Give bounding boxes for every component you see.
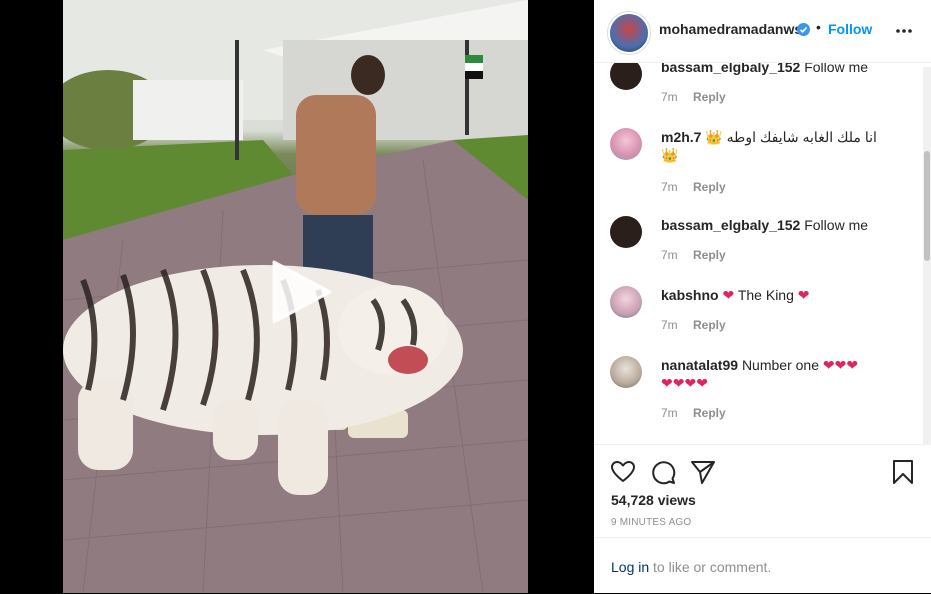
author-avatar[interactable] [608, 12, 650, 54]
login-rest-text: to like or comment. [649, 559, 772, 575]
comment-text: nanatalat99 Number one ❤❤❤ ❤❤❤❤ [661, 356, 906, 392]
login-prompt: Log in to like or comment. [594, 537, 931, 594]
login-line: Log in to like or comment. [611, 559, 771, 575]
comment-username[interactable]: nanatalat99 [661, 357, 738, 373]
action-bar: 54,728 views 9 MINUTES AGO [594, 444, 931, 537]
post-timestamp[interactable]: 9 MINUTES AGO [611, 517, 691, 528]
comment-body: Follow me [804, 63, 869, 75]
comment-body: The King [737, 287, 794, 303]
heart-emoji-icon: ❤❤❤❤ [661, 375, 708, 391]
comment-meta: 7m Reply [661, 90, 738, 104]
author-username[interactable]: mohamedramadanws [659, 21, 802, 37]
reply-button[interactable]: Reply [693, 406, 726, 420]
heart-emoji-icon: ❤❤❤ [822, 357, 859, 373]
post-header: mohamedramadanws • Follow [594, 0, 931, 63]
reply-button[interactable]: Reply [693, 318, 726, 332]
more-options-icon[interactable] [894, 20, 914, 40]
verified-badge-icon [797, 23, 810, 36]
comment-time: 7m [661, 318, 678, 332]
login-link[interactable]: Log in [611, 559, 649, 575]
comment-avatar[interactable] [610, 286, 642, 318]
comment-username[interactable]: m2h.7 [661, 129, 701, 145]
media-area [0, 0, 594, 593]
separator-dot: • [816, 19, 821, 35]
comment-body-extra: 👑 [661, 147, 679, 163]
comment-avatar[interactable] [610, 63, 642, 90]
play-icon[interactable] [268, 260, 332, 324]
comment-body: انا ملك الغابه شايفك اوطه 👑 [705, 129, 877, 145]
share-icon[interactable] [690, 459, 716, 485]
comment-text: bassam_elgbaly_152 Follow me [661, 216, 906, 234]
comment-meta: 7m Reply [661, 318, 738, 332]
view-count[interactable]: 54,728 views [611, 492, 696, 508]
comment-text: kabshno ❤ The King ❤ [661, 286, 906, 304]
scrollbar-thumb[interactable] [924, 151, 930, 261]
comment-meta: 7m Reply [661, 180, 738, 194]
comment-time: 7m [661, 248, 678, 262]
heart-emoji-icon: ❤ [722, 287, 735, 303]
comment-time: 7m [661, 180, 678, 194]
heart-emoji-icon: ❤ [797, 287, 810, 303]
comment-body: Follow me [804, 217, 869, 233]
heart-icon[interactable] [610, 459, 636, 485]
comment-icon[interactable] [650, 459, 676, 485]
comment-text: m2h.7 انا ملك الغابه شايفك اوطه 👑 👑 [661, 128, 906, 164]
comment-meta: 7m Reply [661, 248, 738, 262]
comment-text: bassam_elgbaly_152 Follow me [661, 63, 906, 76]
post-panel: mohamedramadanws • Follow bassam_elgbaly… [594, 0, 931, 593]
comment-avatar[interactable] [610, 356, 642, 388]
comment-body: Number one [741, 357, 819, 373]
reply-button[interactable]: Reply [693, 248, 726, 262]
reply-button[interactable]: Reply [693, 90, 726, 104]
comment-username[interactable]: bassam_elgbaly_152 [661, 217, 800, 233]
reply-button[interactable]: Reply [693, 180, 726, 194]
comment-avatar[interactable] [610, 128, 642, 160]
comment-meta: 7m Reply [661, 406, 738, 420]
comments-list[interactable]: bassam_elgbaly_152 Follow me 7m Reply m2… [594, 63, 931, 444]
comment-username[interactable]: bassam_elgbaly_152 [661, 63, 800, 75]
comment-time: 7m [661, 90, 678, 104]
comment-avatar[interactable] [610, 216, 642, 248]
video-player[interactable] [63, 0, 528, 593]
comment-time: 7m [661, 406, 678, 420]
follow-button[interactable]: Follow [828, 21, 872, 37]
comment-username[interactable]: kabshno [661, 287, 719, 303]
comments-scrollbar[interactable] [923, 67, 931, 444]
bookmark-icon[interactable] [890, 459, 916, 485]
